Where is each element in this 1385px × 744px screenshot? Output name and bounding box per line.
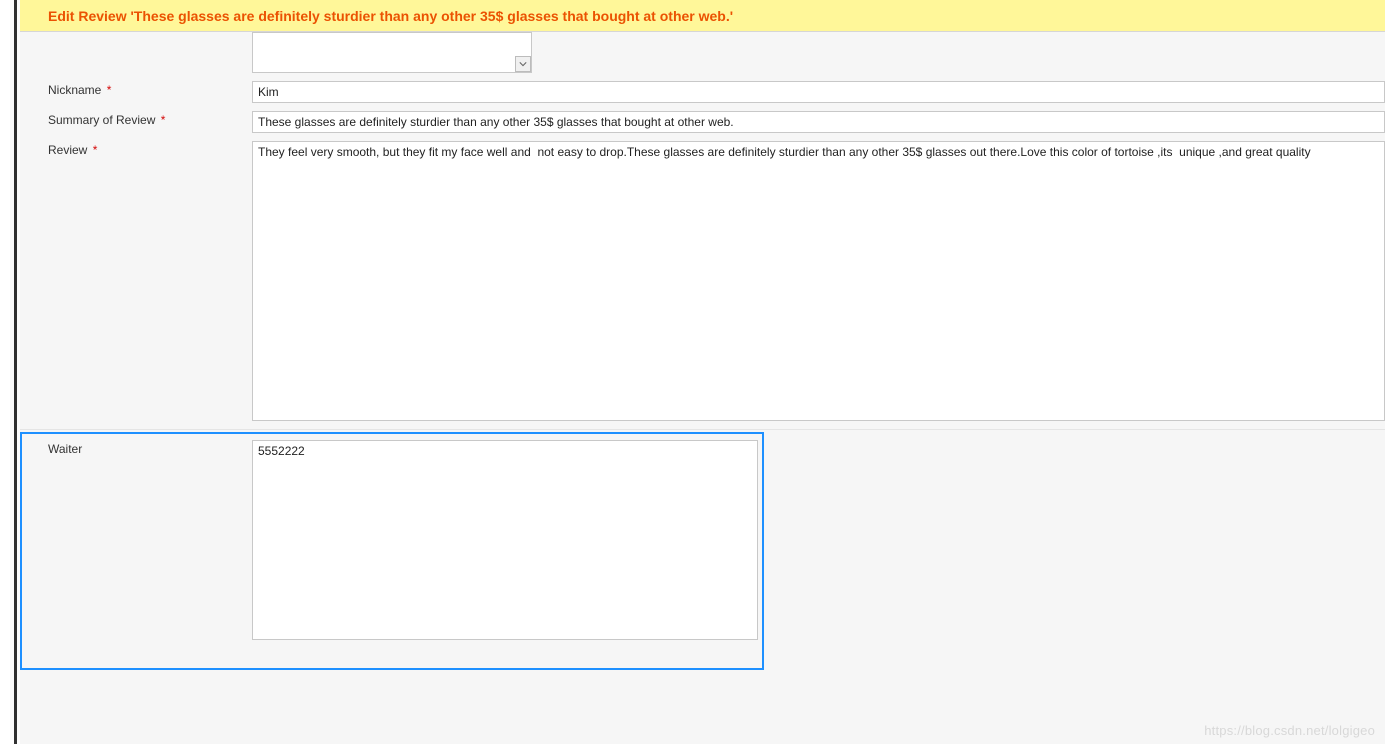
divider: [20, 429, 1385, 430]
watermark-text: https://blog.csdn.net/lolgigeo: [1204, 723, 1375, 738]
select-scroll-down[interactable]: [515, 56, 531, 72]
required-asterisk: *: [93, 143, 98, 157]
rating-select[interactable]: [252, 32, 532, 73]
chevron-down-icon: [519, 60, 527, 68]
waiter-textarea[interactable]: [252, 440, 758, 640]
required-asterisk: *: [161, 113, 166, 127]
nickname-input[interactable]: [252, 81, 1385, 103]
form-area: Nickname * Summary of Review * Review *: [20, 32, 1385, 744]
review-label: Review *: [48, 141, 252, 157]
waiter-label: Waiter: [48, 440, 252, 456]
summary-input[interactable]: [252, 111, 1385, 133]
nickname-label: Nickname *: [48, 81, 252, 97]
review-textarea[interactable]: [252, 141, 1385, 421]
required-asterisk: *: [107, 83, 112, 97]
summary-label: Summary of Review *: [48, 111, 252, 127]
vertical-divider: [14, 0, 17, 744]
page-header: Edit Review 'These glasses are definitel…: [20, 0, 1385, 32]
page-title: Edit Review 'These glasses are definitel…: [48, 8, 733, 24]
select-label: [48, 32, 252, 34]
